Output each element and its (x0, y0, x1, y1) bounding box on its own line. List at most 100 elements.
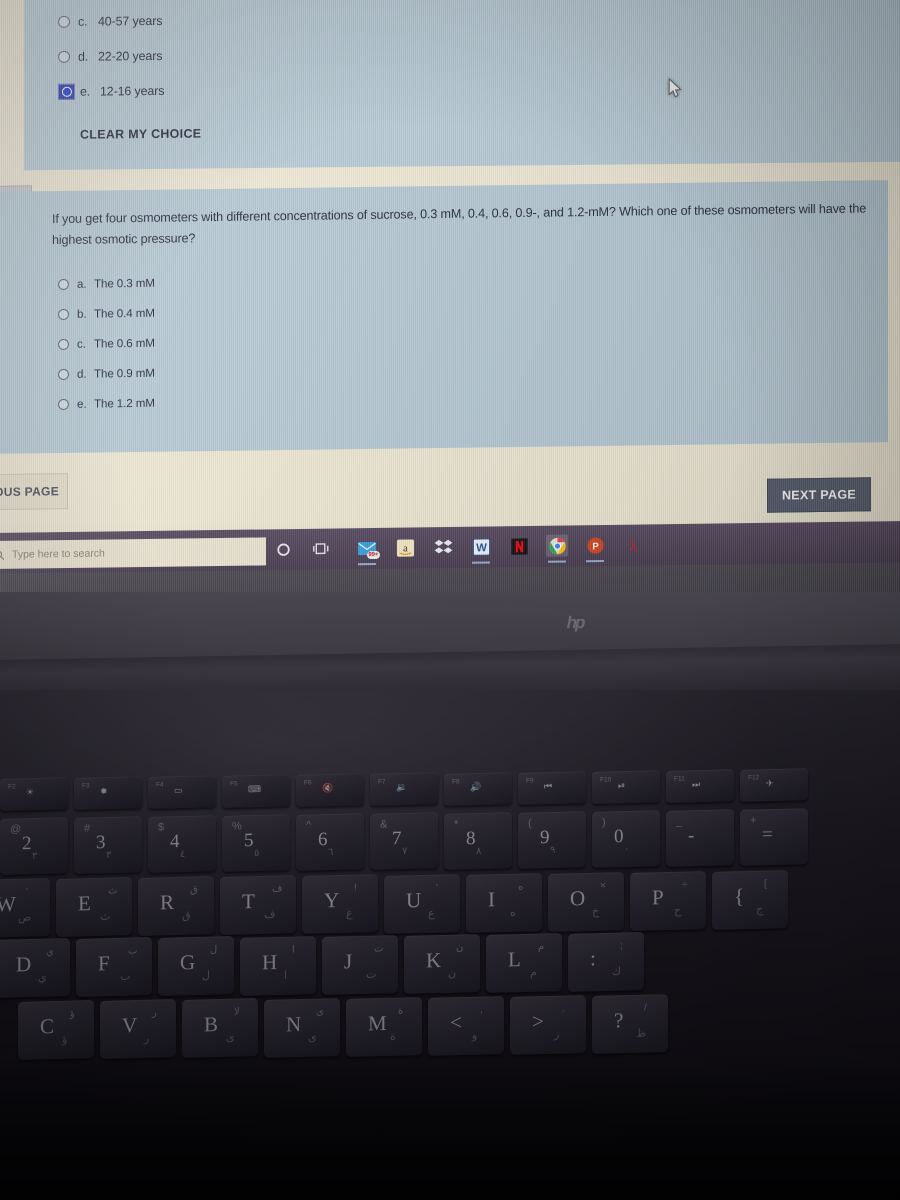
key-fn-label: F7 (377, 778, 386, 787)
key-secondary-label: ق (189, 884, 198, 896)
key-secondary-label: ' (436, 882, 438, 894)
key-secondary-label: ب (127, 945, 138, 957)
key-arabic-label: ى (226, 1032, 235, 1045)
key-fn-label: F5 (229, 780, 238, 788)
key-primary-label: U (406, 887, 422, 912)
key-primary-label: P (651, 884, 664, 910)
key-fn-label: F4 (155, 781, 164, 789)
option-row-d2[interactable]: d. The 0.9 mM (58, 358, 155, 389)
clear-my-choice-button[interactable]: CLEAR MY CHOICE (80, 127, 201, 142)
adobe-acrobat-icon[interactable]: λ (622, 533, 644, 555)
key-fn-label: F2 (7, 783, 16, 791)
mail-badge: 99+ (366, 550, 380, 560)
key-primary-label: N (285, 1011, 302, 1036)
key-primary-label: 7 (391, 828, 402, 850)
key-primary-label: L (507, 946, 521, 972)
radio-b-icon[interactable] (58, 308, 69, 320)
previous-page-button[interactable]: VIOUS PAGE (0, 473, 68, 511)
option-text-c2: The 0.6 mM (94, 336, 155, 351)
keyboard-home-row: ي D ي ب F ب ل G ل ا H ا ت J ت ن K ن م L م;: ك (0, 931, 650, 999)
key-secondary-label: ف (271, 883, 283, 895)
netflix-icon[interactable] (508, 535, 530, 557)
quiz-question-block-top-content: c. 40-57 years d. 22-20 years e. 12-16 y… (24, 0, 900, 170)
radio-c-icon[interactable] (58, 15, 70, 28)
option-row-c[interactable]: c. 40-57 years (58, 3, 164, 39)
key-secondary-label: ه (518, 881, 524, 893)
key-fn-label: F10 (600, 776, 612, 784)
key-secondary-label: ^ (305, 819, 312, 832)
powerpoint-icon[interactable]: P (584, 534, 606, 556)
radio-c2-icon[interactable] (58, 338, 69, 350)
screenshot-root: t c. 40-57 years d. 22-20 years (0, 0, 900, 1200)
key-arabic-label: ٣ (32, 850, 38, 862)
radio-e-focus-ring[interactable] (58, 83, 75, 100)
option-row-b[interactable]: b. The 0.4 mM (58, 298, 155, 329)
keyboard-key: , < و (427, 995, 505, 1056)
key-fn-icon: ✹ (99, 786, 108, 797)
key-arabic-label: ٩ (549, 844, 556, 856)
key-primary-label: I (487, 886, 496, 911)
dropbox-icon[interactable] (432, 536, 454, 558)
key-primary-label: O (569, 885, 586, 911)
option-text-b: The 0.4 mM (94, 306, 155, 321)
amazon-glyph-icon: a (396, 538, 414, 557)
keyboard-key: مLم (485, 932, 563, 993)
keyboard-key: F7 🔉 (369, 772, 439, 807)
keyboard-key: قRق (137, 876, 215, 937)
option-row-e[interactable]: e. 12-16 years (58, 73, 164, 109)
key-secondary-label: + (750, 814, 757, 827)
key-secondary-label: & (379, 818, 388, 831)
option-text-d2: The 0.9 mM (94, 366, 155, 381)
keyboard-key: يDي (0, 938, 71, 999)
word-glyph-icon: W (472, 537, 490, 556)
keyboard-key: F4 ▭ (147, 775, 217, 809)
mail-icon[interactable]: 99+ (356, 537, 380, 560)
key-secondary-label: × (600, 880, 606, 892)
key-arabic-label: ك (611, 965, 622, 978)
option-letter-a: a. (77, 277, 87, 291)
option-text-e: 12-16 years (100, 83, 165, 98)
task-view-icon[interactable] (310, 538, 332, 560)
radio-a-icon[interactable] (58, 278, 69, 290)
keyboard-key: @2 ٣ (0, 817, 69, 875)
keyboard-key: ^ 6 ٦ (295, 813, 365, 872)
key-primary-label: T (241, 889, 255, 914)
option-text-c: 40-57 years (98, 13, 163, 29)
option-row-e2[interactable]: e. The 1.2 mM (58, 388, 155, 419)
option-row-a[interactable]: a. The 0.3 mM (58, 268, 155, 299)
key-fn-icon: ⏮ (543, 780, 553, 791)
word-icon[interactable]: W (470, 535, 492, 557)
option-letter-b: b. (77, 307, 87, 321)
quiz-top-options: c. 40-57 years d. 22-20 years e. 12-16 y… (58, 3, 164, 109)
keyboard-key: اHا (239, 935, 317, 996)
key-arabic-label: ب (120, 970, 131, 984)
search-input[interactable]: Type here to search (0, 537, 266, 570)
key-secondary-label: [ (764, 878, 767, 890)
option-row-c2[interactable]: c. The 0.6 mM (58, 328, 155, 359)
next-page-button[interactable]: NEXT PAGE (767, 477, 871, 513)
key-primary-label: ? (613, 1008, 624, 1033)
option-row-d[interactable]: d. 22-20 years (58, 38, 164, 74)
keyboard-qwerty-row: ' W ص ث E ث ق R ق ف T ف! Y غ ' U ع ه I ه × O خ ÷ P ح[{ج (0, 869, 794, 938)
key-secondary-label: _ (676, 815, 683, 828)
dropbox-glyph-icon (434, 539, 452, 554)
radio-d-icon[interactable] (58, 50, 70, 63)
key-fn-icon: 🔊 (469, 781, 482, 792)
cortana-circle-icon (276, 543, 290, 556)
chrome-icon[interactable] (546, 534, 568, 557)
amazon-icon[interactable]: a (394, 536, 416, 558)
radio-e-selected-icon[interactable] (61, 86, 72, 97)
key-secondary-label: ( (528, 817, 532, 830)
key-arabic-label: ر (144, 1033, 150, 1046)
keyboard-bottom-row: ؤ C ؤ ر V ر لا B ى ى N ى ة M ة, < و. > ز /? ظ (17, 993, 674, 1061)
key-arabic-label: ع (428, 907, 435, 920)
keyboard-key: ثEث (55, 877, 133, 938)
radio-d2-icon[interactable] (58, 368, 69, 380)
radio-e2-icon[interactable] (58, 398, 69, 410)
cortana-icon[interactable] (272, 538, 294, 560)
key-primary-label: W (0, 891, 16, 917)
keyboard-key: ÷ P ح (629, 870, 707, 931)
key-primary-label: C (39, 1014, 55, 1039)
key-arabic-label: ٣ (106, 849, 112, 862)
key-secondary-label: ' (25, 886, 28, 898)
